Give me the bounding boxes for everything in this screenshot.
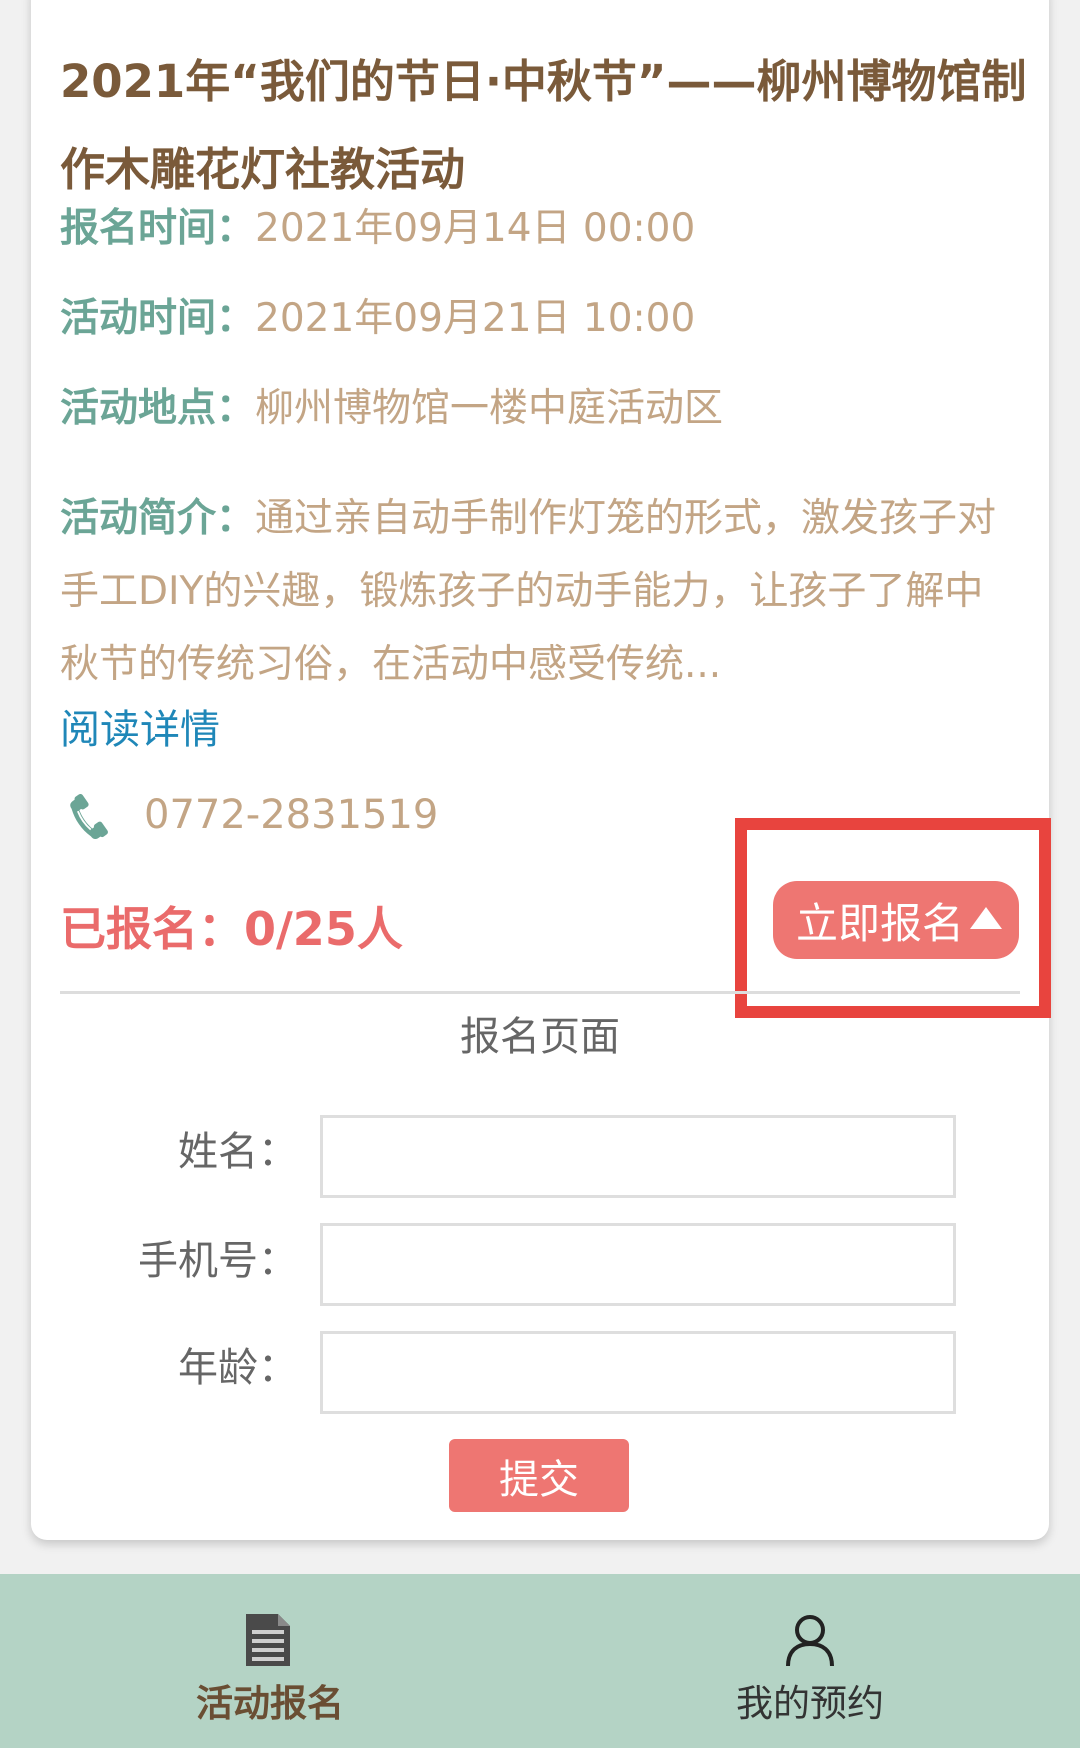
form-title: 报名页面	[460, 1014, 620, 1060]
nav-label-my-reservations: 我的预约	[736, 1682, 884, 1725]
age-input[interactable]	[320, 1331, 956, 1414]
signup-time-row: 报名时间：2021年09月14日 00:00	[60, 199, 695, 259]
name-label: 姓名：	[178, 1129, 298, 1175]
nav-item-my-reservations[interactable]: 我的预约	[540, 1574, 1080, 1748]
activity-title: 2021年“我们的节日·中秋节”——柳州博物馆制作木雕花灯社教活动	[60, 55, 1027, 196]
phone-field-label: 手机号：	[138, 1238, 298, 1284]
location-value: 柳州博物馆一楼中庭活动区	[255, 386, 724, 431]
highlight-annotation	[735, 818, 1051, 1018]
user-icon	[786, 1615, 834, 1667]
location-label: 活动地点：	[60, 386, 256, 431]
divider	[60, 991, 1020, 994]
bottom-nav: 活动报名 我的预约	[0, 1574, 1080, 1748]
activity-time-label: 活动时间：	[60, 296, 256, 341]
name-input[interactable]	[320, 1115, 956, 1198]
nav-label-activity-signup: 活动报名	[196, 1682, 344, 1725]
signed-count: 已报名：0/25人	[60, 902, 403, 956]
document-icon	[246, 1614, 290, 1666]
signup-time-value: 2021年09月14日 00:00	[255, 206, 696, 251]
activity-time-value: 2021年09月21日 10:00	[255, 296, 696, 341]
nav-item-activity-signup[interactable]: 活动报名	[0, 1574, 540, 1748]
read-more-link[interactable]: 阅读详情	[60, 700, 220, 760]
signup-time-label: 报名时间：	[60, 206, 256, 251]
location-row: 活动地点：柳州博物馆一楼中庭活动区	[60, 379, 723, 439]
activity-time-row: 活动时间：2021年09月21日 10:00	[60, 289, 695, 349]
phone-row[interactable]: 0772-2831519	[62, 780, 438, 850]
submit-button[interactable]: 提交	[449, 1439, 629, 1512]
phone-number: 0772-2831519	[144, 792, 439, 838]
activity-intro: 活动简介：通过亲自动手制作灯笼的形式，激发孩子对手工DIY的兴趣，锻炼孩子的动手…	[60, 482, 1020, 701]
age-label: 年龄：	[178, 1345, 298, 1391]
phone-input[interactable]	[320, 1223, 956, 1306]
intro-label: 活动简介：	[60, 496, 256, 541]
phone-icon	[70, 793, 108, 840]
